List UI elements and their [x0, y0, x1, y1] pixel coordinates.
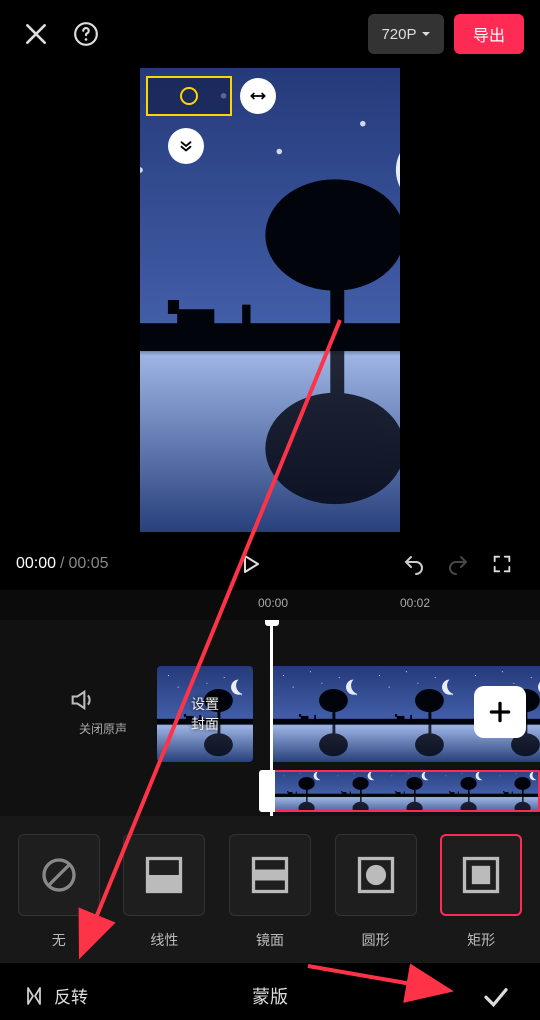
mask-label: 线性 [150, 930, 178, 950]
double-chevron-down-icon [177, 137, 195, 155]
close-icon [23, 21, 49, 47]
cover-label: 设置 封面 [191, 694, 219, 734]
mask-label: 镜面 [256, 930, 284, 950]
mask-option-circle[interactable]: 圆形 [328, 834, 424, 950]
mirror-icon [248, 853, 292, 897]
flip-icon [22, 984, 46, 1008]
linear-icon [142, 853, 186, 897]
video-preview[interactable] [140, 68, 400, 532]
overlay-expand-handle[interactable] [168, 128, 204, 164]
mask-option-linear[interactable]: 线性 [116, 834, 212, 950]
resolution-label: 720P [381, 26, 416, 43]
flip-mask-button[interactable]: 反转 [22, 983, 88, 1008]
plus-icon [487, 699, 513, 725]
fullscreen-icon [491, 553, 513, 575]
chevron-down-icon [421, 29, 431, 39]
add-clip-button[interactable] [474, 686, 526, 738]
help-icon [73, 21, 99, 47]
undo-icon [402, 552, 426, 576]
overlay-track[interactable] [272, 770, 540, 812]
mask-label: 圆形 [362, 930, 390, 950]
circle-outline-icon [177, 84, 201, 108]
clip-frame[interactable] [272, 770, 326, 812]
fullscreen-button[interactable] [480, 542, 524, 586]
clip-frame[interactable] [380, 770, 434, 812]
ruler-mark: 00:02 [400, 596, 430, 610]
set-cover-button[interactable]: 设置 封面 [157, 666, 253, 762]
check-icon [481, 981, 511, 1011]
mute-audio-label: 关闭原声 [68, 720, 138, 737]
mute-audio-button[interactable] [68, 686, 138, 714]
resolution-dropdown[interactable]: 720P [368, 14, 444, 54]
playhead-handle[interactable] [265, 620, 279, 626]
clip-frame[interactable] [488, 770, 540, 812]
clip-frame[interactable] [368, 666, 464, 762]
mask-options: 无 线性 镜面 圆形 矩形 [0, 816, 540, 962]
overlay-selection-box[interactable] [146, 76, 232, 116]
export-label: 导出 [473, 22, 505, 46]
help-button[interactable] [66, 14, 106, 54]
confirm-button[interactable] [474, 974, 518, 1018]
close-button[interactable] [16, 14, 56, 54]
ruler-mark: 00:00 [258, 596, 288, 610]
export-button[interactable]: 导出 [454, 14, 524, 54]
rect-mask-icon [459, 853, 503, 897]
redo-button[interactable] [436, 542, 480, 586]
time-current: 00:00 [16, 555, 56, 573]
mask-label: 矩形 [467, 930, 495, 950]
time-duration: 00:05 [69, 555, 109, 573]
resize-horizontal-icon [248, 86, 268, 106]
redo-icon [446, 552, 470, 576]
circle-mask-icon [354, 853, 398, 897]
mask-label: 无 [52, 930, 66, 950]
mask-option-mirror[interactable]: 镜面 [222, 834, 318, 950]
undo-button[interactable] [392, 542, 436, 586]
time-separator: / [60, 555, 64, 573]
play-button[interactable] [228, 542, 272, 586]
mask-option-none[interactable]: 无 [11, 834, 107, 950]
overlay-clip-left-handle[interactable] [259, 770, 275, 812]
timeline[interactable]: 关闭原声 设置 封面 [0, 620, 540, 816]
timeline-ruler[interactable]: 00:00 00:02 [0, 590, 540, 620]
overlay-resize-handle[interactable] [240, 78, 276, 114]
speaker-mute-icon [68, 686, 96, 714]
none-icon [39, 855, 79, 895]
clip-frame[interactable] [434, 770, 488, 812]
mask-option-rect[interactable]: 矩形 [433, 834, 529, 950]
clip-frame[interactable] [326, 770, 380, 812]
flip-label: 反转 [54, 983, 88, 1008]
clip-frame[interactable] [272, 666, 368, 762]
play-icon [238, 552, 262, 576]
